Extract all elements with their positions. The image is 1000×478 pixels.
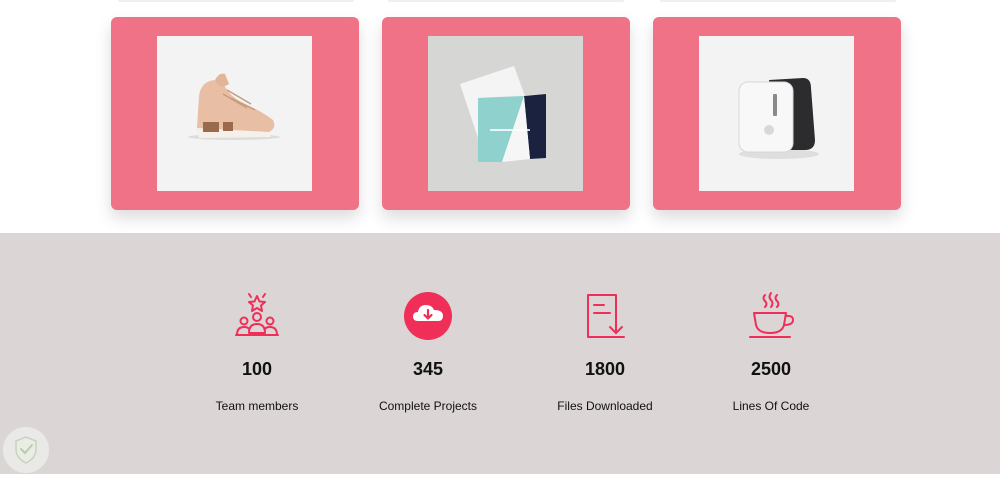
stat-label: Lines Of Code xyxy=(732,399,810,413)
stats-section: 100 Team members 345 Complete Projects 1… xyxy=(0,233,1000,474)
stat-lines-of-code: 2500 Lines Of Code xyxy=(681,291,861,413)
pink-sneaker-image xyxy=(157,36,312,191)
stat-number: 345 xyxy=(412,359,444,379)
portfolio-card[interactable] xyxy=(111,17,359,210)
card-bottom-edge xyxy=(118,0,354,2)
card-bottom-edge xyxy=(660,0,896,2)
stat-label: Files Downloaded xyxy=(557,399,653,413)
portable-device-image xyxy=(699,36,854,191)
portfolio-card[interactable] xyxy=(382,17,630,210)
portfolio-section xyxy=(0,0,1000,233)
stat-files-downloaded: 1800 Files Downloaded xyxy=(515,291,695,413)
business-cards-image xyxy=(428,36,583,191)
cloud-download-icon xyxy=(404,292,452,340)
stat-number: 100 xyxy=(241,359,273,379)
card-bottom-edge xyxy=(388,0,624,2)
team-members-icon xyxy=(235,293,279,336)
stat-complete-projects: 345 Complete Projects xyxy=(338,291,518,413)
stat-number: 1800 xyxy=(584,359,626,379)
stat-number: 2500 xyxy=(750,359,792,379)
file-download-icon xyxy=(587,294,625,338)
coffee-cup-icon xyxy=(749,292,794,338)
portfolio-card[interactable] xyxy=(653,17,901,210)
stat-team-members: 100 Team members xyxy=(167,291,347,413)
shield-icon xyxy=(15,436,37,464)
stat-label: Team members xyxy=(215,399,299,413)
stat-label: Complete Projects xyxy=(378,399,478,413)
security-badge[interactable] xyxy=(2,426,50,474)
